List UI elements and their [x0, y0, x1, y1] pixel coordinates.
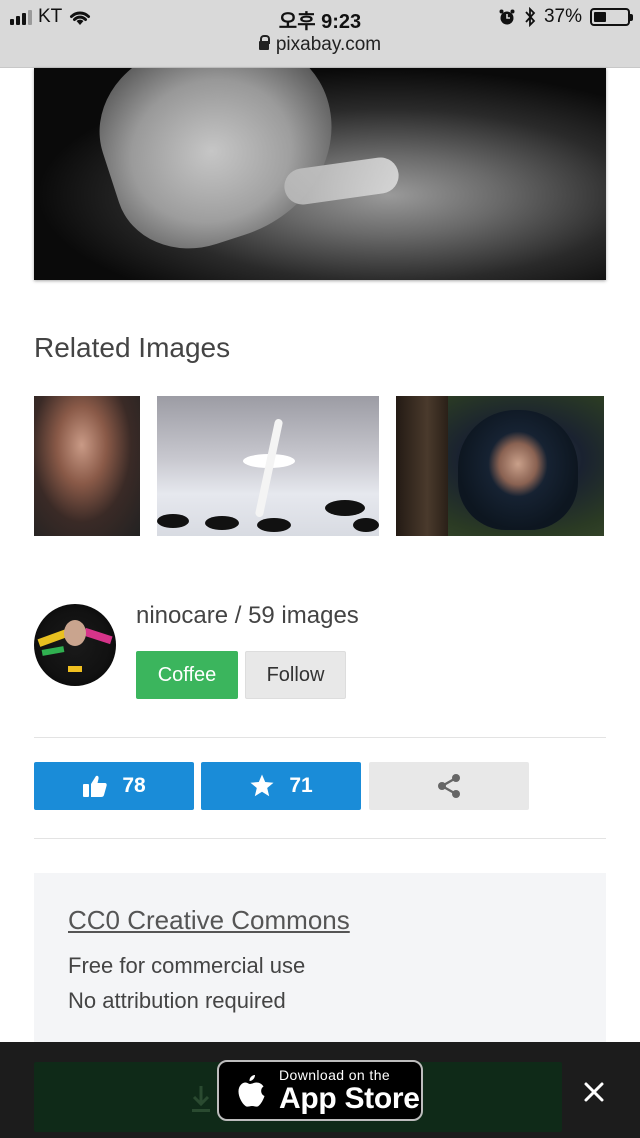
- battery-icon: [590, 8, 633, 26]
- dancer-figure: [254, 418, 284, 518]
- status-bar: KT 오후 9:23 pixabay.com 37%: [0, 0, 640, 68]
- like-button[interactable]: 78: [34, 762, 194, 810]
- app-store-text: Download on the App Store: [279, 1068, 420, 1114]
- status-right: 37%: [498, 6, 633, 28]
- license-line-attribution: No attribution required: [68, 988, 286, 1013]
- avatar-detail: [68, 666, 82, 672]
- avatar[interactable]: [34, 604, 116, 686]
- apple-icon: [238, 1074, 265, 1107]
- battery-percent: 37%: [543, 6, 582, 27]
- license-box: CC0 Creative Commons Free for commercial…: [34, 873, 606, 1053]
- address-bar[interactable]: pixabay.com: [0, 34, 640, 56]
- like-count: 78: [122, 774, 146, 797]
- related-images-heading: Related Images: [34, 332, 231, 363]
- license-line-commercial: Free for commercial use: [68, 953, 306, 978]
- coffee-button[interactable]: Coffee: [136, 651, 238, 699]
- follow-button[interactable]: Follow: [245, 651, 346, 699]
- user-name[interactable]: ninocare / 59 images: [136, 602, 359, 630]
- app-store-big: App Store: [279, 1081, 420, 1115]
- rock: [257, 518, 291, 532]
- rock: [353, 518, 379, 532]
- thumbs-up-icon: [83, 775, 107, 797]
- related-image-3[interactable]: [396, 396, 604, 536]
- url-text: pixabay.com: [275, 34, 382, 55]
- rock: [205, 516, 239, 530]
- avatar-detail: [41, 646, 65, 656]
- bluetooth-icon: [525, 7, 536, 27]
- rock: [157, 514, 189, 528]
- divider: [34, 737, 606, 738]
- app-store-badge[interactable]: Download on the App Store: [217, 1060, 423, 1121]
- close-icon[interactable]: [580, 1078, 608, 1106]
- lock-icon: [258, 35, 270, 50]
- avatar-detail: [83, 627, 113, 645]
- share-button[interactable]: [369, 762, 529, 810]
- share-icon: [438, 774, 460, 798]
- alarm-icon: [499, 9, 515, 25]
- star-icon: [250, 774, 274, 797]
- divider: [34, 838, 606, 839]
- main-image[interactable]: [34, 68, 606, 280]
- license-link[interactable]: CC0 Creative Commons: [68, 905, 350, 936]
- veiled-face: [458, 410, 578, 530]
- download-icon: [192, 1086, 210, 1112]
- related-image-2[interactable]: [157, 396, 379, 536]
- favorite-button[interactable]: 71: [201, 762, 361, 810]
- tree-trunk: [396, 396, 448, 536]
- rock: [325, 500, 365, 516]
- avatar-detail: [64, 620, 86, 646]
- related-image-1[interactable]: [34, 396, 140, 536]
- favorite-count: 71: [289, 774, 313, 797]
- app-store-small: Download on the: [279, 1066, 391, 1083]
